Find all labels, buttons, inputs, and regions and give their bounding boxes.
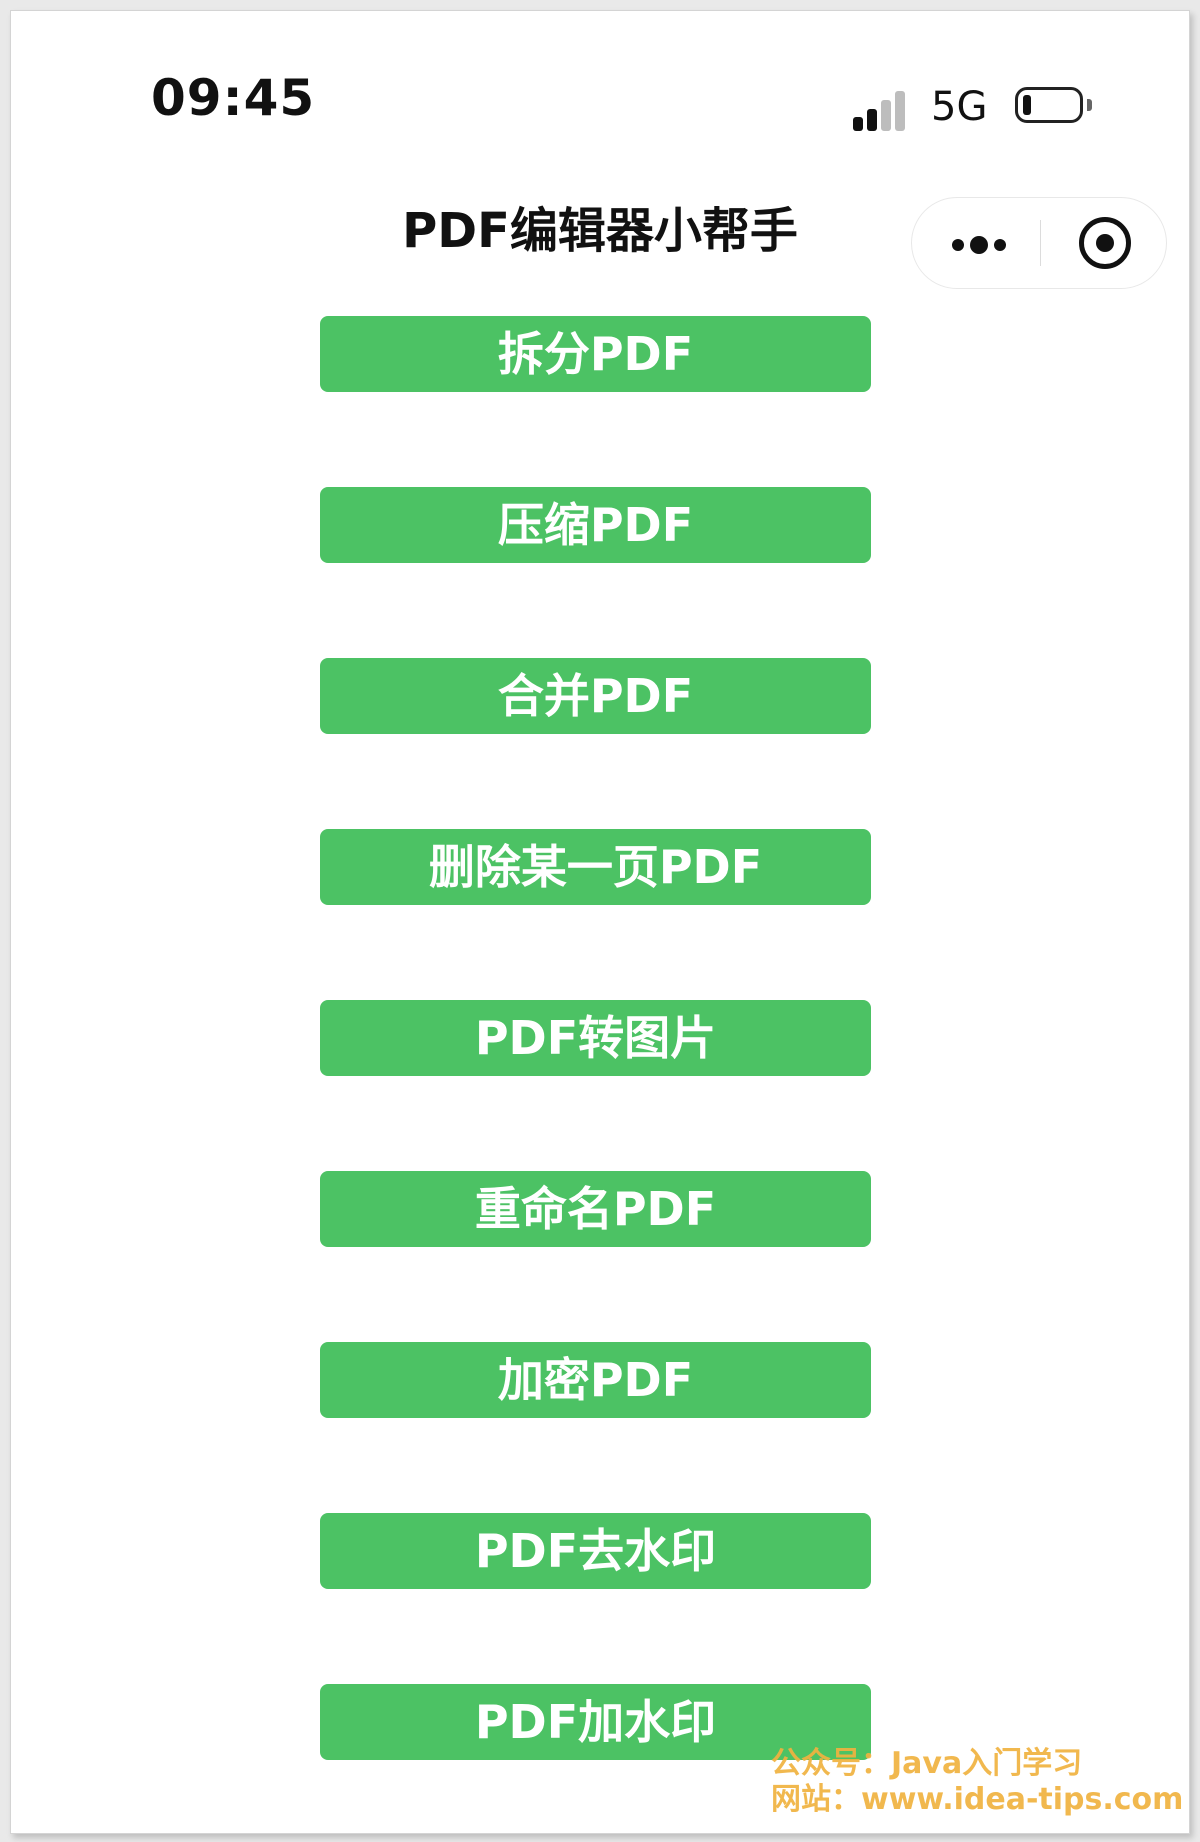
watermark-line-1: 公众号：Java入门学习 xyxy=(771,1746,1083,1781)
more-button[interactable] xyxy=(940,198,1032,288)
signal-bar xyxy=(881,100,891,131)
remove-watermark-pdf-button[interactable]: PDF去水印 xyxy=(320,1513,871,1589)
battery-icon xyxy=(1015,87,1083,123)
phone-screen: 09:45 5G PDF编辑器小帮手 拆分PDF 压缩PDF 合并PDF 删除某… xyxy=(10,10,1190,1834)
network-label: 5G xyxy=(931,84,988,130)
compress-pdf-button[interactable]: 压缩PDF xyxy=(320,487,871,563)
merge-pdf-button[interactable]: 合并PDF xyxy=(320,658,871,734)
pdf-to-image-button[interactable]: PDF转图片 xyxy=(320,1000,871,1076)
watermark-line-2: 网站：www.idea-tips.com xyxy=(771,1782,1184,1817)
dot xyxy=(994,239,1006,251)
capsule-divider xyxy=(1040,220,1041,266)
dot xyxy=(952,239,964,251)
close-button[interactable] xyxy=(1060,198,1150,288)
mini-program-capsule xyxy=(911,197,1167,289)
status-time: 09:45 xyxy=(151,69,316,127)
battery-tip xyxy=(1087,99,1092,111)
encrypt-pdf-button[interactable]: 加密PDF xyxy=(320,1342,871,1418)
signal-bar xyxy=(853,117,863,131)
battery-fill xyxy=(1023,95,1031,115)
signal-bar xyxy=(895,91,905,131)
rename-pdf-button[interactable]: 重命名PDF xyxy=(320,1171,871,1247)
signal-bar xyxy=(867,109,877,131)
dot xyxy=(970,236,988,254)
split-pdf-button[interactable]: 拆分PDF xyxy=(320,316,871,392)
signal-icon xyxy=(853,89,913,131)
delete-page-pdf-button[interactable]: 删除某一页PDF xyxy=(320,829,871,905)
ring-center xyxy=(1096,234,1114,252)
